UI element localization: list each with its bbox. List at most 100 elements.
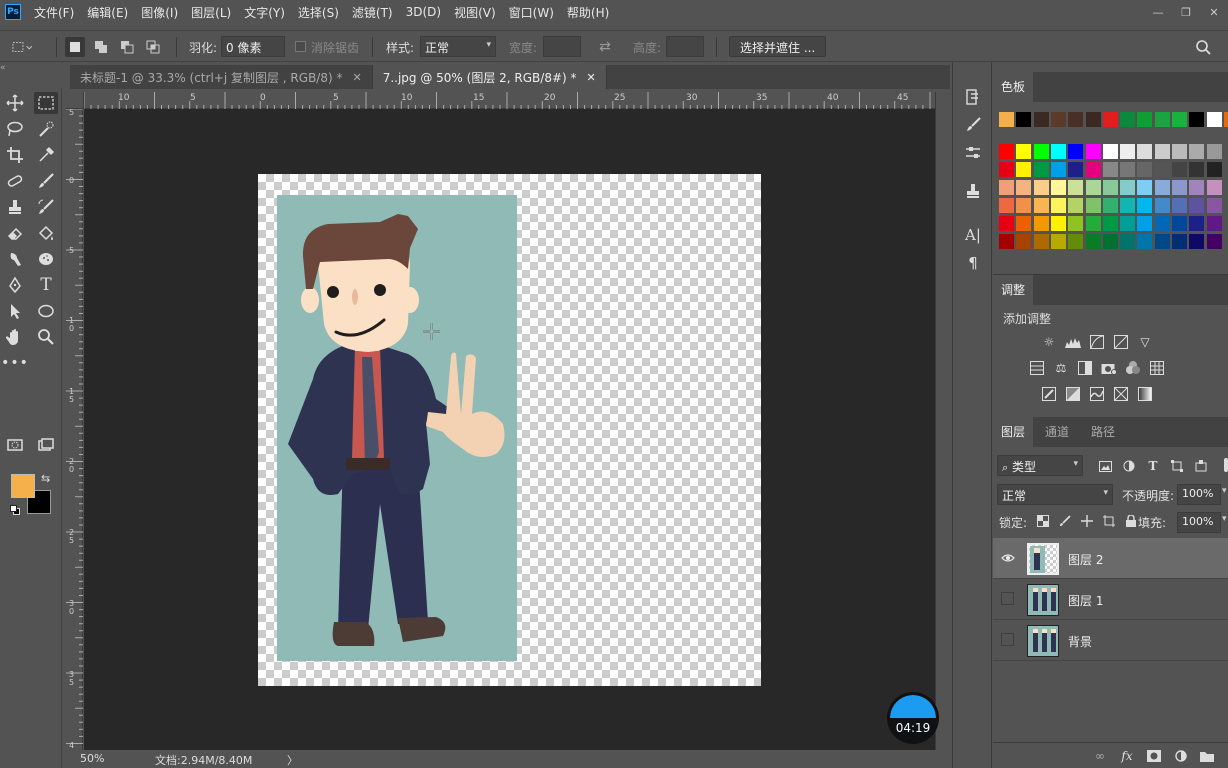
width-input[interactable] bbox=[543, 36, 581, 57]
zoom-level[interactable]: 50% bbox=[80, 752, 104, 765]
intersect-selection-button[interactable] bbox=[143, 37, 163, 57]
menu-image[interactable]: 图像(I) bbox=[141, 4, 178, 21]
color-balance-icon[interactable]: ⚖ bbox=[1053, 360, 1069, 376]
filter-adjustment-icon[interactable] bbox=[1121, 458, 1137, 474]
color-swatch[interactable] bbox=[1223, 112, 1228, 127]
menu-filter[interactable]: 滤镜(T) bbox=[352, 4, 393, 21]
color-swatch[interactable] bbox=[1206, 216, 1222, 231]
color-swatch[interactable] bbox=[1137, 198, 1153, 213]
color-swatch[interactable] bbox=[1154, 144, 1170, 159]
color-swatch[interactable] bbox=[1154, 198, 1170, 213]
selective-color-icon[interactable] bbox=[1113, 386, 1129, 402]
color-swatch[interactable] bbox=[1016, 234, 1032, 249]
collapse-toolbar-icon[interactable]: « bbox=[0, 63, 6, 73]
black-white-icon[interactable] bbox=[1077, 360, 1093, 376]
color-swatch[interactable] bbox=[999, 144, 1014, 159]
gradient-map-icon[interactable] bbox=[1137, 386, 1153, 402]
color-swatch[interactable] bbox=[1120, 198, 1136, 213]
vibrance-icon[interactable]: ▽ bbox=[1137, 334, 1153, 350]
color-swatch[interactable] bbox=[1120, 144, 1136, 159]
subtract-from-selection-button[interactable] bbox=[117, 37, 137, 57]
color-swatch[interactable] bbox=[1033, 162, 1049, 177]
color-swatch[interactable] bbox=[1120, 234, 1136, 249]
color-swatch[interactable] bbox=[999, 198, 1014, 213]
layer-row[interactable]: 背景 bbox=[993, 620, 1228, 661]
color-swatch[interactable] bbox=[1085, 198, 1101, 213]
color-swatch[interactable] bbox=[1120, 216, 1136, 231]
color-swatch[interactable] bbox=[1016, 112, 1032, 127]
color-swatch[interactable] bbox=[1154, 216, 1170, 231]
color-swatch[interactable] bbox=[1102, 234, 1118, 249]
height-input[interactable] bbox=[666, 36, 704, 57]
smudge-tool-icon[interactable] bbox=[3, 248, 27, 270]
lock-image-pixels-icon[interactable] bbox=[1057, 513, 1073, 529]
color-swatch[interactable] bbox=[1016, 144, 1032, 159]
color-swatch[interactable] bbox=[1068, 144, 1084, 159]
tab-layers[interactable]: 图层 bbox=[993, 417, 1034, 447]
history-panel-icon[interactable] bbox=[961, 86, 985, 108]
color-swatch[interactable] bbox=[1189, 216, 1205, 231]
color-swatch[interactable] bbox=[1068, 216, 1084, 231]
zoom-tool-icon[interactable] bbox=[34, 326, 58, 348]
lock-position-icon[interactable] bbox=[1079, 513, 1095, 529]
filter-toggle-switch[interactable] bbox=[1224, 458, 1228, 472]
color-swatch[interactable] bbox=[1137, 144, 1153, 159]
color-swatch[interactable] bbox=[1206, 144, 1222, 159]
color-swatch[interactable] bbox=[1172, 234, 1187, 249]
color-swatch[interactable] bbox=[1085, 180, 1101, 195]
color-swatch[interactable] bbox=[1085, 112, 1101, 127]
vertical-scrollbar[interactable] bbox=[935, 92, 950, 750]
color-swatch[interactable] bbox=[1154, 234, 1170, 249]
color-swatch[interactable] bbox=[1068, 112, 1084, 127]
rectangular-marquee-tool-icon[interactable] bbox=[34, 92, 58, 114]
filter-shape-icon[interactable] bbox=[1169, 458, 1185, 474]
quick-mask-icon[interactable] bbox=[3, 434, 27, 456]
color-lookup-icon[interactable] bbox=[1149, 360, 1165, 376]
hue-saturation-icon[interactable] bbox=[1029, 360, 1045, 376]
exposure-icon[interactable] bbox=[1113, 334, 1129, 350]
color-swatch[interactable] bbox=[1033, 112, 1049, 127]
color-swatch[interactable] bbox=[1102, 180, 1118, 195]
color-swatch[interactable] bbox=[1206, 112, 1222, 127]
menu-file[interactable]: 文件(F) bbox=[34, 4, 74, 21]
close-icon[interactable]: ✕ bbox=[1200, 0, 1228, 24]
menu-layer[interactable]: 图层(L) bbox=[191, 4, 231, 21]
layer-filter-select[interactable]: ⌕ 类型 ▾ bbox=[997, 455, 1083, 476]
default-colors-icon[interactable] bbox=[10, 505, 20, 515]
color-swatch[interactable] bbox=[1189, 144, 1205, 159]
tab-swatches[interactable]: 色板 bbox=[993, 72, 1034, 102]
lock-all-icon[interactable] bbox=[1123, 513, 1139, 529]
eyedropper-tool-icon[interactable] bbox=[34, 144, 58, 166]
add-mask-icon[interactable] bbox=[1146, 748, 1162, 764]
color-swatch[interactable] bbox=[1189, 162, 1205, 177]
visibility-toggle[interactable] bbox=[1001, 592, 1014, 605]
color-swatch[interactable] bbox=[1050, 234, 1066, 249]
photo-filter-icon[interactable] bbox=[1101, 360, 1117, 376]
crop-tool-icon[interactable] bbox=[3, 144, 27, 166]
minimize-icon[interactable]: — bbox=[1144, 0, 1172, 24]
menu-select[interactable]: 选择(S) bbox=[298, 4, 339, 21]
move-tool-icon[interactable] bbox=[3, 92, 27, 114]
color-swatch[interactable] bbox=[999, 216, 1014, 231]
color-swatch[interactable] bbox=[1206, 162, 1222, 177]
color-swatch[interactable] bbox=[1137, 162, 1153, 177]
color-swatch[interactable] bbox=[1137, 234, 1153, 249]
invert-icon[interactable] bbox=[1041, 386, 1057, 402]
new-adjustment-layer-icon[interactable] bbox=[1173, 748, 1189, 764]
filter-type-icon[interactable]: T bbox=[1145, 458, 1161, 474]
swap-colors-icon[interactable]: ⇆ bbox=[41, 472, 50, 485]
antialias-checkbox[interactable] bbox=[295, 41, 306, 52]
status-menu-arrow[interactable]: 〉 bbox=[287, 752, 298, 768]
color-swatch[interactable] bbox=[1137, 112, 1153, 127]
add-to-selection-button[interactable] bbox=[91, 37, 111, 57]
color-swatch[interactable] bbox=[1154, 162, 1170, 177]
color-swatch[interactable] bbox=[1085, 144, 1101, 159]
chevron-down-icon[interactable]: ▾ bbox=[1222, 514, 1227, 524]
close-icon[interactable]: ✕ bbox=[352, 71, 361, 84]
hand-tool-icon[interactable] bbox=[3, 326, 27, 348]
color-swatch[interactable] bbox=[1206, 180, 1222, 195]
color-swatch[interactable] bbox=[1172, 144, 1187, 159]
color-swatch[interactable] bbox=[1102, 162, 1118, 177]
lock-transparent-pixels-icon[interactable] bbox=[1035, 513, 1051, 529]
eye-icon[interactable] bbox=[1000, 551, 1016, 565]
